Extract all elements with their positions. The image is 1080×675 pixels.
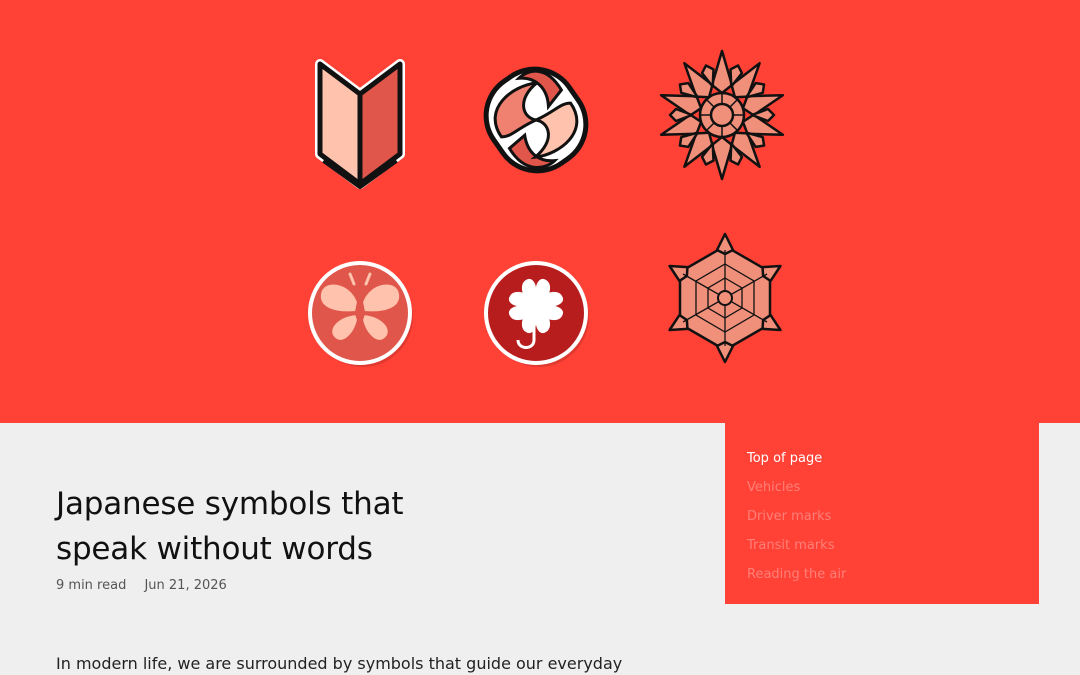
- article-intro: In modern life, we are surrounded by sym…: [56, 654, 623, 673]
- toc-item-reading-the-air[interactable]: Reading the air: [747, 565, 1039, 594]
- article-meta: 9 min read Jun 21, 2026: [56, 578, 227, 593]
- read-time: 9 min read: [56, 578, 127, 593]
- toc-item-driver-marks[interactable]: Driver marks: [747, 507, 1039, 536]
- toc-item-vehicles[interactable]: Vehicles: [747, 478, 1039, 507]
- shoshinsha-mark-icon: [300, 50, 420, 190]
- table-of-contents: Top of page Vehicles Driver marks Transi…: [725, 423, 1039, 604]
- snowflake-emblem-icon: [660, 230, 790, 365]
- butterfly-mark-icon: [300, 240, 420, 380]
- hero-banner: [0, 0, 1080, 423]
- clover-mark-icon: [476, 240, 596, 380]
- toc-item-top-of-page[interactable]: Top of page: [747, 449, 1039, 478]
- toc-item-transit-marks[interactable]: Transit marks: [747, 536, 1039, 565]
- article-title: Japanese symbols that speak without word…: [56, 482, 516, 572]
- publish-date: Jun 21, 2026: [144, 578, 227, 593]
- title-line-1: Japanese symbols that: [56, 486, 404, 522]
- s-mark-icon: [476, 50, 596, 190]
- title-line-2: speak without words: [56, 531, 373, 567]
- police-emblem-icon: [650, 45, 795, 185]
